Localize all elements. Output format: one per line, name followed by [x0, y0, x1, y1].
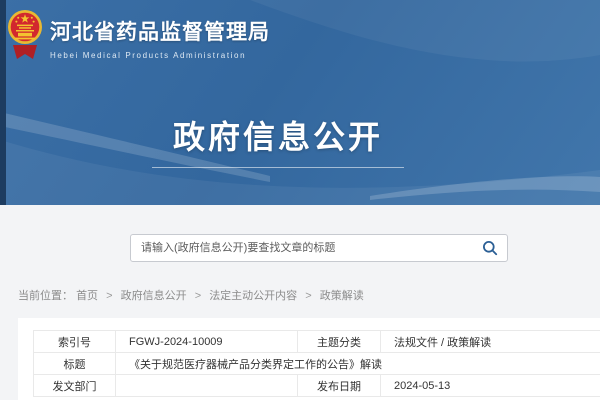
breadcrumb-separator: > [195, 290, 201, 302]
publish-date-label: 发布日期 [298, 375, 381, 397]
breadcrumb-separator: > [106, 290, 112, 302]
national-emblem-icon [7, 7, 43, 61]
search-icon [482, 240, 498, 256]
breadcrumb-item-statutory-content[interactable]: 法定主动公开内容 [209, 290, 297, 302]
breadcrumb-item-info-disclosure[interactable]: 政府信息公开 [121, 290, 187, 302]
agency-name-en: Hebei Medical Products Administration [50, 51, 270, 60]
title-label: 标题 [34, 353, 116, 375]
publish-date-value: 2024-05-13 [381, 375, 600, 397]
breadcrumb: 当前位置： 首页 > 政府信息公开 > 法定主动公开内容 > 政策解读 [18, 287, 364, 303]
record-table: 索引号 FGWJ-2024-10009 主题分类 法规文件 / 政策解读 标题 … [33, 330, 600, 397]
search-box [130, 234, 508, 262]
agency-name-cn: 河北省药品监督管理局 [50, 16, 270, 46]
search-input[interactable] [131, 235, 473, 261]
search-button[interactable] [473, 235, 507, 261]
record-card: 索引号 FGWJ-2024-10009 主题分类 法规文件 / 政策解读 标题 … [18, 318, 600, 400]
issuing-department-value [116, 375, 298, 397]
table-row: 标题 《关于规范医疗器械产品分类界定工作的公告》解读 [34, 353, 600, 375]
breadcrumb-prefix: 当前位置： [18, 290, 73, 302]
index-number-label: 索引号 [34, 331, 116, 353]
banner-underline [152, 167, 404, 168]
agency-logo-block: 河北省药品监督管理局 Hebei Medical Products Admini… [7, 7, 270, 61]
index-number-value: FGWJ-2024-10009 [116, 331, 298, 353]
subject-category-value: 法规文件 / 政策解读 [381, 331, 600, 353]
table-row: 发文部门 发布日期 2024-05-13 [34, 375, 600, 397]
left-edge-strip [0, 0, 6, 205]
subject-category-label: 主题分类 [298, 331, 381, 353]
page-title: 政府信息公开 [173, 112, 383, 158]
page-header: 河北省药品监督管理局 Hebei Medical Products Admini… [0, 0, 600, 205]
table-row: 索引号 FGWJ-2024-10009 主题分类 法规文件 / 政策解读 [34, 331, 600, 353]
breadcrumb-separator: > [305, 290, 311, 302]
breadcrumb-item-home[interactable]: 首页 [76, 290, 98, 302]
breadcrumb-item-policy-interpretation[interactable]: 政策解读 [320, 290, 364, 302]
title-value: 《关于规范医疗器械产品分类界定工作的公告》解读 [116, 353, 600, 375]
issuing-department-label: 发文部门 [34, 375, 116, 397]
